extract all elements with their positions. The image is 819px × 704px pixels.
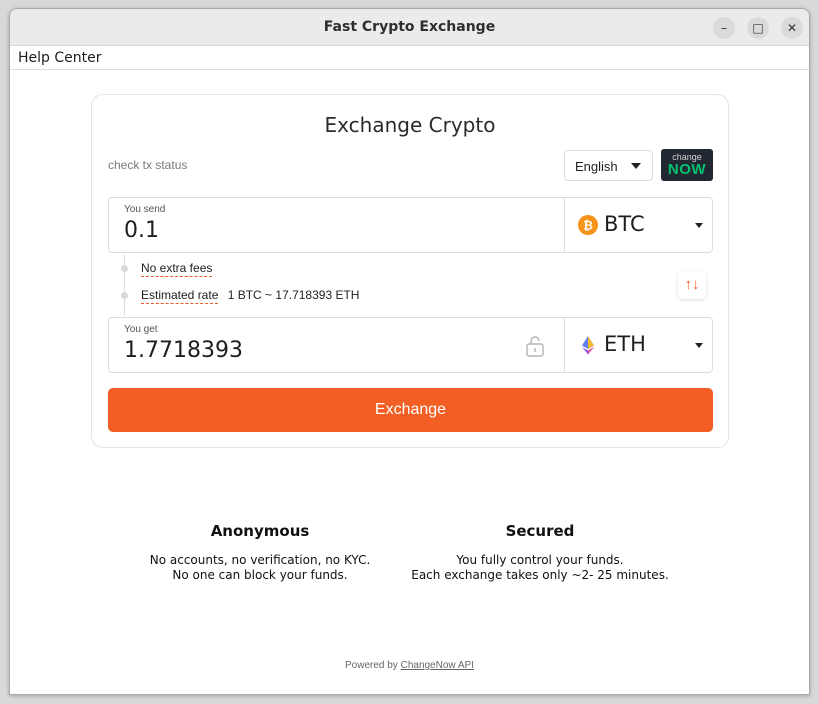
app-window: Fast Crypto Exchange – □ ✕ Help Center E… — [9, 8, 810, 695]
powered-by-label: Powered by — [345, 660, 398, 671]
send-coin-name: BTC — [604, 212, 645, 236]
title-bar: Fast Crypto Exchange – □ ✕ — [10, 9, 809, 46]
send-amount-input[interactable] — [124, 218, 504, 243]
info-timeline — [124, 255, 125, 315]
feature-line: Each exchange takes only ~2- 25 minutes. — [411, 568, 669, 582]
receive-coin-name: ETH — [604, 332, 646, 356]
estimated-rate-label[interactable]: Estimated rate — [141, 288, 219, 304]
field-divider — [564, 318, 565, 372]
feature-line: You fully control your funds. — [456, 553, 624, 567]
send-label: You send — [124, 204, 166, 215]
changenow-logo: change NOW — [661, 149, 713, 181]
receive-field: You get ETH — [108, 317, 713, 373]
unlock-icon[interactable] — [525, 335, 545, 357]
feature-anonymous: Anonymous No accounts, no verification, … — [110, 522, 410, 583]
receive-label: You get — [124, 324, 158, 335]
svg-text:₿: ₿ — [583, 219, 593, 233]
swap-button[interactable]: ↑↓ — [678, 271, 706, 299]
close-button[interactable]: ✕ — [781, 17, 803, 39]
exchange-button[interactable]: Exchange — [108, 388, 713, 432]
feature-heading: Secured — [505, 522, 575, 540]
logo-text-bottom: NOW — [667, 161, 707, 178]
swap-arrows-icon: ↑↓ — [684, 276, 700, 293]
estimated-rate-row: Estimated rate 1 BTC ~ 17.718393 ETH — [141, 288, 360, 304]
receive-coin-select[interactable]: ETH — [576, 318, 712, 372]
exchange-card: Exchange Crypto check tx status English … — [91, 94, 729, 448]
estimated-rate-value: 1 BTC ~ 17.718393 ETH — [227, 288, 360, 302]
no-extra-fees[interactable]: No extra fees — [141, 261, 213, 277]
menu-help-center[interactable]: Help Center — [18, 50, 102, 66]
card-title: Exchange Crypto — [324, 113, 496, 137]
check-tx-status-link[interactable]: check tx status — [108, 158, 187, 172]
send-field: You send ₿ BTC — [108, 197, 713, 253]
language-label: English — [575, 159, 618, 174]
caret-down-icon — [695, 343, 703, 348]
feature-heading: Anonymous — [210, 522, 310, 540]
caret-down-icon — [695, 223, 703, 228]
caret-down-icon — [631, 163, 641, 169]
field-divider — [564, 198, 565, 252]
window-title: Fast Crypto Exchange — [323, 19, 496, 35]
feature-secured: Secured You fully control your funds. Ea… — [390, 522, 690, 583]
menu-bar: Help Center — [10, 46, 809, 70]
maximize-button[interactable]: □ — [747, 17, 769, 39]
powered-by-footer: Powered by ChangeNow API — [10, 660, 809, 671]
timeline-dot — [121, 292, 128, 299]
bitcoin-icon: ₿ — [578, 215, 598, 235]
feature-line: No one can block your funds. — [172, 568, 348, 582]
timeline-dot — [121, 265, 128, 272]
feature-line: No accounts, no verification, no KYC. — [149, 553, 371, 567]
send-coin-select[interactable]: ₿ BTC — [576, 198, 712, 252]
language-select[interactable]: English — [564, 150, 653, 181]
ethereum-icon — [582, 336, 594, 355]
receive-amount-input[interactable] — [124, 338, 504, 363]
changenow-api-link[interactable]: ChangeNow API — [401, 660, 474, 671]
minimize-button[interactable]: – — [713, 17, 735, 39]
